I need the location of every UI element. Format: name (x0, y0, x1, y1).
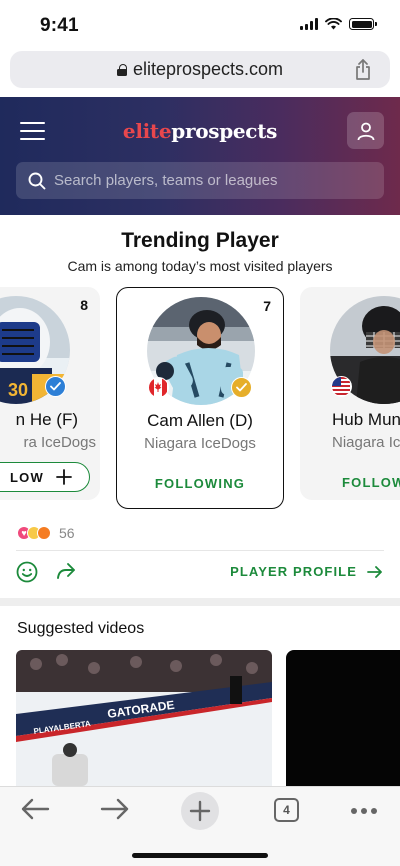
follow-button[interactable]: FOLLOW (342, 475, 400, 490)
share-arrow-icon[interactable] (56, 562, 76, 580)
player-rank: 7 (263, 298, 271, 314)
account-button[interactable] (347, 112, 384, 149)
video-thumbnail[interactable] (286, 650, 400, 786)
canada-flag-icon (148, 377, 169, 398)
verified-badge-icon (231, 377, 252, 398)
react-smile-icon[interactable] (16, 561, 38, 583)
lock-icon (116, 63, 127, 76)
share-icon[interactable] (354, 59, 372, 80)
tabs-button[interactable]: 4 (274, 798, 299, 822)
logo-elite: elite (122, 119, 172, 143)
plus-icon (189, 800, 211, 822)
logo[interactable]: eliteprospects (0, 119, 400, 143)
player-carousel[interactable]: 8 30 n He (F) ra IceDogs LOW 7 Cam Allen… (0, 287, 400, 509)
post-actions: PLAYER PROFILE (0, 560, 400, 586)
divider (16, 550, 384, 551)
videos-title: Suggested videos (17, 620, 145, 637)
wifi-icon (325, 18, 342, 30)
logo-prospects: prospects (171, 119, 278, 143)
url-bar[interactable]: eliteprospects.com (10, 51, 390, 88)
user-icon (357, 122, 374, 140)
verified-badge-icon (45, 376, 66, 397)
player-name: n He (F) (15, 410, 78, 429)
player-name: Hub Mun (332, 410, 400, 429)
player-profile-label: PLAYER PROFILE (230, 564, 357, 579)
reaction-count: 56 (59, 525, 75, 541)
section-separator (0, 598, 400, 606)
more-menu-icon[interactable] (351, 808, 377, 814)
section-title: Trending Player (121, 229, 279, 252)
status-icons (300, 18, 377, 30)
status-bar: 9:41 (0, 0, 400, 50)
player-card[interactable]: Hub Mun Niagara Ice FOLLOW (300, 287, 400, 500)
reactions-summary[interactable]: ♥ 56 (17, 525, 75, 541)
search-icon (28, 172, 46, 189)
follow-button[interactable]: LOW (0, 462, 90, 492)
video-thumbnail[interactable]: GATORADE PLAYALBERTA (16, 650, 272, 786)
player-team: Niagara Ice (332, 434, 400, 451)
arrow-right-icon (367, 565, 382, 578)
signal-icon (300, 18, 318, 30)
player-team: ra IceDogs (23, 434, 96, 451)
player-rank: 8 (80, 297, 88, 313)
usa-flag-icon (331, 376, 352, 397)
player-team: Niagara IceDogs (144, 435, 256, 452)
fire-reaction-icon (37, 526, 51, 540)
url-text: eliteprospects.com (132, 59, 284, 79)
player-name: Cam Allen (D) (147, 411, 253, 430)
search-box[interactable] (16, 162, 384, 199)
search-input[interactable] (54, 172, 364, 189)
section-subtitle: Cam is among today’s most visited player… (67, 258, 333, 274)
player-card[interactable]: 8 30 n He (F) ra IceDogs LOW (0, 287, 100, 500)
follow-label: LOW (10, 469, 44, 485)
home-indicator (132, 853, 268, 858)
battery-icon (349, 18, 377, 30)
status-time: 9:41 (40, 15, 79, 36)
new-tab-button[interactable] (181, 792, 219, 830)
plus-icon (56, 469, 72, 485)
forward-arrow-icon[interactable] (100, 797, 130, 821)
svg-text:30: 30 (8, 380, 28, 400)
following-button[interactable]: FOLLOWING (117, 476, 283, 491)
player-card-active[interactable]: 7 Cam Allen (D) Niagara IceDogs FOLLOWIN… (116, 287, 284, 509)
player-profile-link[interactable]: PLAYER PROFILE (230, 564, 383, 579)
site-header: eliteprospects (0, 97, 400, 215)
back-arrow-icon[interactable] (20, 797, 50, 821)
